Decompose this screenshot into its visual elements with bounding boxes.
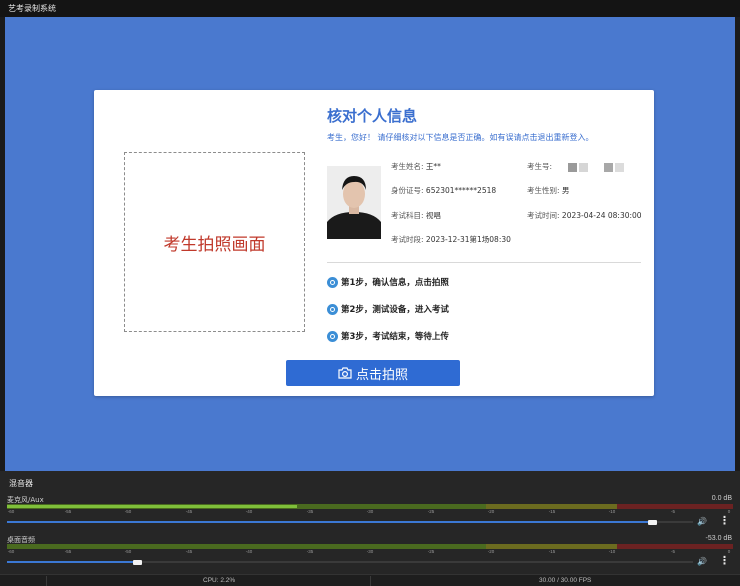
step-icon xyxy=(327,330,338,342)
gender-field: 考生性别: 男 xyxy=(527,185,569,196)
idcard-field: 身份证号: 652301******2518 xyxy=(391,185,496,196)
meter-tick-label: -45 xyxy=(185,509,193,514)
step-3: 第3步，考试结束，等待上传 xyxy=(327,330,449,342)
meter-ticks-mic: -60 -55 -50 -45 -40 -35 -30 -25 -20 -15 -10 -5 0 xyxy=(7,509,733,517)
candidate-id-field: 考生号: xyxy=(527,161,626,172)
speaker-icon[interactable]: 🔊 xyxy=(697,557,707,566)
camera-icon xyxy=(338,367,352,379)
subject-label: 考试科目: xyxy=(391,211,424,220)
track-db-mic: 0.0 dB xyxy=(711,495,732,502)
volume-slider-fill-mic xyxy=(7,521,652,523)
idcard-label: 身份证号: xyxy=(391,186,424,195)
candidate-photo xyxy=(327,166,381,239)
meter-tick-label: -20 xyxy=(487,509,495,514)
track-menu-icon[interactable]: ⋮ xyxy=(719,516,730,527)
meter-tick-label: -35 xyxy=(306,509,314,514)
meter-tick-label: -55 xyxy=(64,509,72,514)
audio-mixer: 混音器 麦克风/Aux 0.0 dB -60 -55 -50 -45 -40 -35 -30… xyxy=(0,471,740,574)
exam-time-label: 考试时间: xyxy=(527,211,560,220)
meter-tick-label: -60 xyxy=(7,549,15,554)
subject-field: 考试科目: 视唱 xyxy=(391,210,441,221)
meter-tick-label: -30 xyxy=(366,509,374,514)
meter-tick-label: -25 xyxy=(427,509,435,514)
level-meter-mic-active xyxy=(7,505,297,508)
subject-value: 视唱 xyxy=(425,211,441,220)
meter-tick-label: -5 xyxy=(670,549,676,554)
meter-tick-label: -5 xyxy=(670,509,676,514)
exam-time-value: 2023-04-24 08:30:00 xyxy=(561,211,642,220)
meter-tick-label: -15 xyxy=(548,549,556,554)
meter-tick-label: -10 xyxy=(608,509,616,514)
page-subtitle: 考生，您好！ 请仔细核对以下信息是否正确。如有误请点击退出重新登入。 xyxy=(327,133,594,142)
gender-label: 考生性别: xyxy=(527,186,560,195)
name-field: 考生姓名: 王** xyxy=(391,161,441,172)
meter-tick-label: -35 xyxy=(306,549,314,554)
volume-slider-knob-mic[interactable] xyxy=(648,520,657,525)
volume-slider-fill-desktop xyxy=(7,561,137,563)
candidate-id-masked xyxy=(568,162,626,172)
name-label: 考生姓名: xyxy=(391,162,424,171)
window-title: 艺考录制系统 xyxy=(0,0,740,17)
meter-tick-label: 0 xyxy=(727,549,731,554)
page-title: 核对个人信息 xyxy=(327,107,418,125)
meter-tick-label: -55 xyxy=(64,549,72,554)
meter-tick-label: 0 xyxy=(727,509,731,514)
idcard-value: 652301******2518 xyxy=(425,186,497,195)
meter-tick-label: -25 xyxy=(427,549,435,554)
period-field: 考试时段: 2023-12-31第1场08:30 xyxy=(391,234,511,245)
meter-tick-label: -30 xyxy=(366,549,374,554)
camera-preview: 考生拍照画面 xyxy=(124,152,305,332)
camera-placeholder-text: 考生拍照画面 xyxy=(163,234,266,255)
period-value: 2023-12-31第1场08:30 xyxy=(425,235,511,244)
name-value: 王** xyxy=(425,162,441,171)
step-icon xyxy=(327,276,338,288)
meter-tick-label: -50 xyxy=(124,509,132,514)
candidate-id-label: 考生号: xyxy=(527,162,553,171)
track-db-desktop: -53.0 dB xyxy=(705,535,732,542)
volume-slider-knob-desktop[interactable] xyxy=(133,560,142,565)
meter-ticks-desktop: -60 -55 -50 -45 -40 -35 -30 -25 -20 -15 -10 -5 0 xyxy=(7,549,733,557)
meter-tick-label: -50 xyxy=(124,549,132,554)
cpu-usage: CPU: 2.2% xyxy=(203,577,236,584)
meter-tick-label: -40 xyxy=(245,509,253,514)
status-bar: CPU: 2.2% 30.00 / 30.00 FPS xyxy=(0,574,740,586)
step-1-text: 第1步，确认信息，点击拍照 xyxy=(341,278,449,288)
gender-value: 男 xyxy=(561,186,570,195)
take-photo-label: 点击拍照 xyxy=(355,367,408,383)
exam-time-field: 考试时间: 2023-04-24 08:30:00 xyxy=(527,210,642,221)
step-3-text: 第3步，考试结束，等待上传 xyxy=(341,332,449,342)
speaker-icon[interactable]: 🔊 xyxy=(697,517,707,526)
meter-tick-label: -60 xyxy=(7,509,15,514)
meter-tick-label: -40 xyxy=(245,549,253,554)
mixer-title: 混音器 xyxy=(9,479,33,488)
take-photo-button[interactable]: 点击拍照 xyxy=(286,360,460,386)
preview-stage: 考生拍照画面 核对个人信息 考生，您好！ 请仔细核对以下信息是否正确。如有误请点… xyxy=(5,17,735,471)
period-label: 考试时段: xyxy=(391,235,424,244)
divider xyxy=(327,262,641,263)
track-menu-icon[interactable]: ⋮ xyxy=(719,556,730,567)
step-2: 第2步，测试设备，进入考试 xyxy=(327,303,449,315)
meter-tick-label: -20 xyxy=(487,549,495,554)
step-icon xyxy=(327,303,338,315)
step-1: 第1步，确认信息，点击拍照 xyxy=(327,276,449,288)
meter-tick-label: -15 xyxy=(548,509,556,514)
meter-tick-label: -45 xyxy=(185,549,193,554)
meter-tick-label: -10 xyxy=(608,549,616,554)
step-2-text: 第2步，测试设备，进入考试 xyxy=(341,305,449,315)
info-card: 考生拍照画面 核对个人信息 考生，您好！ 请仔细核对以下信息是否正确。如有误请点… xyxy=(94,90,654,396)
fps-readout: 30.00 / 30.00 FPS xyxy=(539,577,592,584)
